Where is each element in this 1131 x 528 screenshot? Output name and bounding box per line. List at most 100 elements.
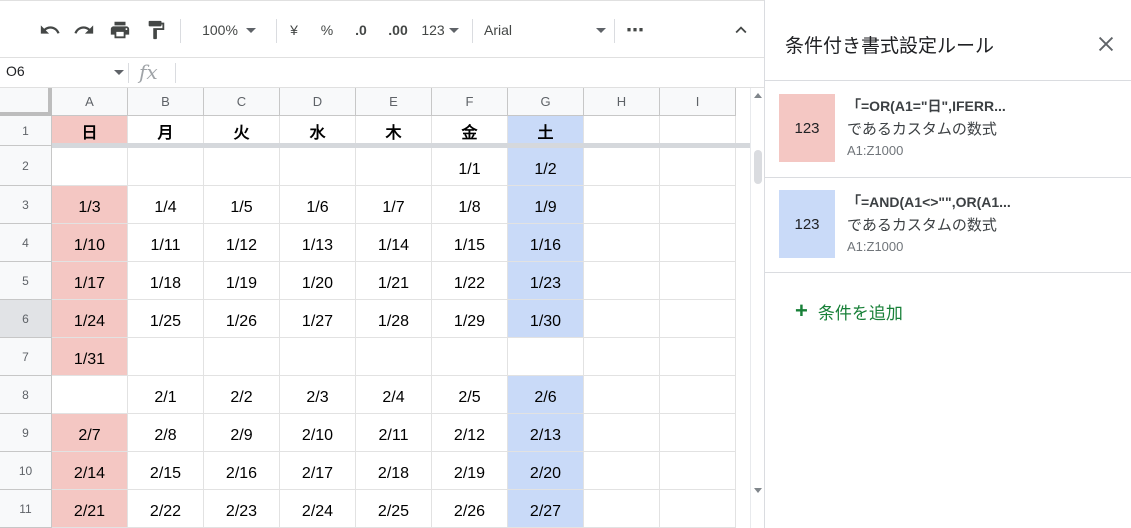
column-header[interactable]: E	[356, 88, 432, 116]
cell-I9[interactable]	[660, 414, 736, 452]
cell-B4[interactable]: 1/11	[128, 224, 204, 262]
cell-G10[interactable]: 2/20	[508, 452, 584, 490]
cell-D11[interactable]: 2/24	[280, 490, 356, 528]
cell-E1[interactable]: 木	[356, 116, 432, 146]
cell-H4[interactable]	[584, 224, 660, 262]
cell-D10[interactable]: 2/17	[280, 452, 356, 490]
add-rule-button[interactable]: + 条件を追加	[795, 298, 903, 324]
cell-E10[interactable]: 2/18	[356, 452, 432, 490]
cell-B11[interactable]: 2/22	[128, 490, 204, 528]
font-select[interactable]: Arial	[484, 15, 606, 45]
cell-E2[interactable]	[356, 146, 432, 186]
cell-B6[interactable]: 1/25	[128, 300, 204, 338]
cell-E9[interactable]: 2/11	[356, 414, 432, 452]
row-header[interactable]: 4	[0, 224, 52, 262]
zoom-select[interactable]: 100%	[190, 15, 268, 45]
cell-H6[interactable]	[584, 300, 660, 338]
cell-I8[interactable]	[660, 376, 736, 414]
percent-format-button[interactable]: %	[316, 15, 338, 45]
vertical-scrollbar[interactable]	[750, 88, 764, 528]
cell-H5[interactable]	[584, 262, 660, 300]
cell-F11[interactable]: 2/26	[432, 490, 508, 528]
cell-B10[interactable]: 2/15	[128, 452, 204, 490]
column-header[interactable]: F	[432, 88, 508, 116]
more-button[interactable]: ⋯	[622, 15, 648, 45]
column-header[interactable]: H	[584, 88, 660, 116]
column-header[interactable]: D	[280, 88, 356, 116]
scroll-up-icon[interactable]	[754, 93, 762, 98]
cell-I2[interactable]	[660, 146, 736, 186]
cell-B5[interactable]: 1/18	[128, 262, 204, 300]
cell-A7[interactable]: 1/31	[52, 338, 128, 376]
cell-A9[interactable]: 2/7	[52, 414, 128, 452]
cell-D2[interactable]	[280, 146, 356, 186]
paint-format-button[interactable]	[142, 15, 170, 45]
decrease-decimal-button[interactable]: .0	[348, 15, 374, 45]
row-header[interactable]: 10	[0, 452, 52, 490]
cell-E4[interactable]: 1/14	[356, 224, 432, 262]
cell-H11[interactable]	[584, 490, 660, 528]
cell-C7[interactable]	[204, 338, 280, 376]
cell-F7[interactable]	[432, 338, 508, 376]
cell-C11[interactable]: 2/23	[204, 490, 280, 528]
cell-B7[interactable]	[128, 338, 204, 376]
cell-H2[interactable]	[584, 146, 660, 186]
cell-F9[interactable]: 2/12	[432, 414, 508, 452]
print-button[interactable]	[106, 15, 134, 45]
redo-button[interactable]	[70, 15, 98, 45]
cell-G6[interactable]: 1/30	[508, 300, 584, 338]
cell-F3[interactable]: 1/8	[432, 186, 508, 224]
cell-E7[interactable]	[356, 338, 432, 376]
cell-G5[interactable]: 1/23	[508, 262, 584, 300]
row-header[interactable]: 5	[0, 262, 52, 300]
cell-I7[interactable]	[660, 338, 736, 376]
cell-I4[interactable]	[660, 224, 736, 262]
undo-button[interactable]	[36, 15, 64, 45]
cell-H7[interactable]	[584, 338, 660, 376]
cell-I5[interactable]	[660, 262, 736, 300]
number-format-select[interactable]: 123	[418, 15, 462, 45]
row-header[interactable]: 6	[0, 300, 52, 338]
cell-H8[interactable]	[584, 376, 660, 414]
cell-A1[interactable]: 日	[52, 116, 128, 146]
cell-G1[interactable]: 土	[508, 116, 584, 146]
cell-H1[interactable]	[584, 116, 660, 146]
format-rule[interactable]: 123 「=AND(A1<>"",OR(A1... であるカスタムの数式 A1:…	[765, 177, 1131, 273]
row-header[interactable]: 7	[0, 338, 52, 376]
cell-F6[interactable]: 1/29	[432, 300, 508, 338]
cell-G2[interactable]: 1/2	[508, 146, 584, 186]
cell-D9[interactable]: 2/10	[280, 414, 356, 452]
cell-C6[interactable]: 1/26	[204, 300, 280, 338]
cell-D8[interactable]: 2/3	[280, 376, 356, 414]
cell-G11[interactable]: 2/27	[508, 490, 584, 528]
name-box[interactable]: O6	[6, 63, 25, 79]
close-button[interactable]	[1095, 33, 1117, 55]
cell-A10[interactable]: 2/14	[52, 452, 128, 490]
cell-A6[interactable]: 1/24	[52, 300, 128, 338]
cell-E6[interactable]: 1/28	[356, 300, 432, 338]
cell-B1[interactable]: 月	[128, 116, 204, 146]
cell-C3[interactable]: 1/5	[204, 186, 280, 224]
cell-G8[interactable]: 2/6	[508, 376, 584, 414]
cell-F2[interactable]: 1/1	[432, 146, 508, 186]
cell-B2[interactable]	[128, 146, 204, 186]
cell-D4[interactable]: 1/13	[280, 224, 356, 262]
cell-I1[interactable]	[660, 116, 736, 146]
collapse-toolbar-button[interactable]	[728, 15, 754, 45]
cell-C5[interactable]: 1/19	[204, 262, 280, 300]
scrollbar-thumb[interactable]	[754, 150, 762, 184]
cell-H3[interactable]	[584, 186, 660, 224]
cell-A8[interactable]	[52, 376, 128, 414]
cell-E5[interactable]: 1/21	[356, 262, 432, 300]
cell-B8[interactable]: 2/1	[128, 376, 204, 414]
formula-input[interactable]	[186, 64, 746, 82]
row-header[interactable]: 8	[0, 376, 52, 414]
cell-C9[interactable]: 2/9	[204, 414, 280, 452]
cell-B3[interactable]: 1/4	[128, 186, 204, 224]
cell-D7[interactable]	[280, 338, 356, 376]
cell-G7[interactable]	[508, 338, 584, 376]
row-header[interactable]: 11	[0, 490, 52, 528]
cell-C4[interactable]: 1/12	[204, 224, 280, 262]
column-header[interactable]: B	[128, 88, 204, 116]
cell-C8[interactable]: 2/2	[204, 376, 280, 414]
